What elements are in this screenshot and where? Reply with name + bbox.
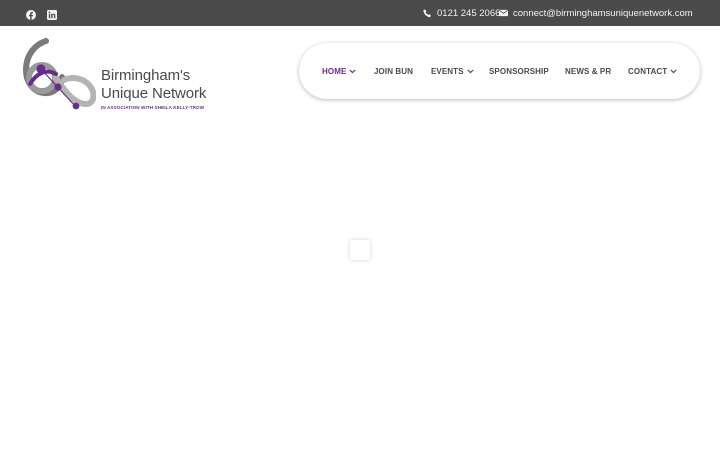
nav-item-contact[interactable]: CONTACT — [628, 65, 677, 77]
logo-title-line1: Birmingham's — [101, 67, 191, 84]
chevron-down-icon — [349, 69, 357, 73]
nav-item-news-pr[interactable]: NEWS & PR — [565, 65, 611, 77]
nav-item-label: SPONSORSHIP — [489, 66, 549, 76]
linkedin-icon[interactable] — [47, 7, 57, 20]
nav-item-label: HOME — [322, 66, 347, 76]
facebook-icon[interactable] — [26, 7, 36, 20]
phone-number[interactable]: 0121 245 2066 — [437, 8, 500, 19]
top-bar: 0121 245 2066 connect@birminghamsuniquen… — [0, 0, 720, 26]
chevron-down-icon — [466, 69, 474, 73]
nav-item-label: JOIN BUN — [374, 66, 414, 76]
nav-item-join-bun[interactable]: JOIN BUN — [374, 65, 413, 77]
nav-item-label: CONTACT — [628, 66, 668, 76]
nav-item-label: EVENTS — [431, 66, 464, 76]
main-nav: HOME JOIN BUN EVENTS SPONSORSHIP NEWS & … — [299, 43, 700, 99]
email-address[interactable]: connect@birminghamsuniquenetwork.com — [513, 8, 693, 19]
loading-spinner — [350, 240, 370, 260]
envelope-icon — [499, 9, 508, 17]
logo-tagline: IN ASSOCIATION WITH SHEILA KELLY-TROW — [101, 105, 205, 110]
nav-item-events[interactable]: EVENTS — [431, 65, 474, 77]
nav-item-sponsorship[interactable]: SPONSORSHIP — [489, 65, 549, 77]
nav-item-label: NEWS & PR — [565, 66, 612, 76]
site-logo[interactable]: Birmingham's Unique Network IN ASSOCIATI… — [20, 38, 220, 114]
logo-mark-icon — [22, 38, 96, 110]
email-contact[interactable]: connect@birminghamsuniquenetwork.com — [499, 6, 693, 20]
logo-title-line2: Unique Network — [101, 85, 207, 102]
nav-item-home[interactable]: HOME — [322, 65, 357, 77]
phone-contact[interactable]: 0121 245 2066 — [423, 6, 500, 20]
phone-icon — [423, 9, 431, 17]
chevron-down-icon — [670, 69, 677, 73]
